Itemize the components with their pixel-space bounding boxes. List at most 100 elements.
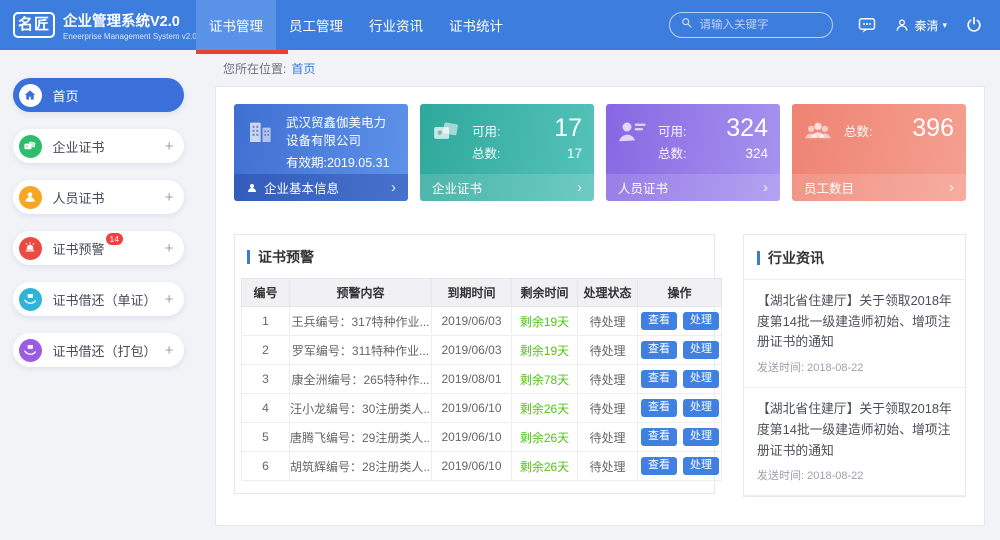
alert-content: 胡筑辉编号：28注册类人... xyxy=(290,452,432,481)
news-item-date: 发送时间: 2018-08-22 xyxy=(757,467,952,483)
status-text: 待处理 xyxy=(578,336,638,365)
status-text: 待处理 xyxy=(578,423,638,452)
view-button[interactable]: 查看 xyxy=(641,428,677,446)
status-text: 待处理 xyxy=(578,452,638,481)
nav-tab-2[interactable]: 员工管理 xyxy=(276,0,356,50)
alarm-icon xyxy=(19,237,42,260)
news-item-date: 发送时间: 2018-08-22 xyxy=(757,359,952,375)
expand-plus-icon[interactable]: + xyxy=(165,139,174,154)
sidebar-item-1[interactable]: 首页 xyxy=(13,78,184,112)
nav-tab-4[interactable]: 证书统计 xyxy=(436,0,516,50)
search-box[interactable] xyxy=(669,12,833,38)
main-content: 您所在位置: 首页 武汉贸鑫伽美电力设备有限公司有效期:2019.05.31企业… xyxy=(196,50,1000,540)
messages-icon[interactable] xyxy=(857,15,877,35)
remain-days: 剩余26天 xyxy=(512,423,578,452)
expand-plus-icon[interactable]: + xyxy=(165,190,174,205)
view-button[interactable]: 查看 xyxy=(641,399,677,417)
remain-days: 剩余78天 xyxy=(512,365,578,394)
stat-row: 总数:396 xyxy=(844,114,954,143)
news-item-title[interactable]: 【湖北省住建厅】关于领取2018年度第14批一级建造师初始、增项注册证书的通知 xyxy=(757,291,952,353)
card-footer-label: 企业证书 xyxy=(432,178,482,197)
breadcrumb-home-link[interactable]: 首页 xyxy=(291,60,315,77)
status-text: 待处理 xyxy=(578,394,638,423)
table-row: 4汪小龙编号：30注册类人...2019/06/10剩余26天待处理查看处理 xyxy=(242,394,722,423)
sidebar-item-label: 人员证书 xyxy=(53,188,105,207)
view-button[interactable]: 查看 xyxy=(641,341,677,359)
alert-content: 王兵编号：317特种作业... xyxy=(290,307,432,336)
power-icon[interactable] xyxy=(964,15,984,35)
row-actions: 查看处理 xyxy=(638,307,722,336)
search-input[interactable] xyxy=(699,19,822,31)
stat-label: 可用: xyxy=(658,121,686,140)
nav-tab-3[interactable]: 行业资讯 xyxy=(356,0,436,50)
expire-date: 2019/06/03 xyxy=(432,336,512,365)
row-index: 1 xyxy=(242,307,290,336)
news-list: 【湖北省住建厅】关于领取2018年度第14批一级建造师初始、增项注册证书的通知发… xyxy=(744,280,965,496)
expand-plus-icon[interactable]: + xyxy=(165,343,174,358)
app-subtitle: Eneerprise Management System v2.0 xyxy=(63,32,196,41)
row-index: 2 xyxy=(242,336,290,365)
handle-button[interactable]: 处理 xyxy=(683,428,719,446)
status-text: 待处理 xyxy=(578,365,638,394)
expire-date: 2019/06/10 xyxy=(432,452,512,481)
card-footer-link[interactable]: 企业基本信息› xyxy=(234,174,408,201)
sidebar-item-label: 证书借还（打包） xyxy=(53,341,157,360)
header-icons: 秦清 ▾ xyxy=(857,15,984,35)
table-row: 5唐腾飞编号：29注册类人...2019/06/10剩余26天待处理查看处理 xyxy=(242,423,722,452)
view-button[interactable]: 查看 xyxy=(641,457,677,475)
user-menu[interactable]: 秦清 ▾ xyxy=(894,17,947,34)
search-icon xyxy=(680,16,693,34)
chevron-right-icon: › xyxy=(949,180,954,195)
breadcrumb: 您所在位置: 首页 xyxy=(215,50,985,86)
stat-value: 17 xyxy=(554,114,582,143)
remain-days: 剩余26天 xyxy=(512,452,578,481)
stat-label: 总数: xyxy=(472,143,500,162)
sidebar-item-5[interactable]: 证书借还（单证）+ xyxy=(13,282,184,316)
handle-button[interactable]: 处理 xyxy=(683,399,719,417)
remain-days: 剩余26天 xyxy=(512,394,578,423)
view-button[interactable]: 查看 xyxy=(641,312,677,330)
main-nav: 证书管理员工管理行业资讯证书统计 xyxy=(196,0,516,50)
people-group-icon xyxy=(803,114,835,174)
row-actions: 查看处理 xyxy=(638,336,722,365)
card-footer-link[interactable]: 员工数目› xyxy=(792,174,966,201)
expire-date: 2019/06/03 xyxy=(432,307,512,336)
expire-date: 2019/06/10 xyxy=(432,394,512,423)
sidebar-item-4[interactable]: 证书预警14+ xyxy=(13,231,184,265)
handle-button[interactable]: 处理 xyxy=(683,370,719,388)
card-footer-link[interactable]: 企业证书› xyxy=(420,174,594,201)
handle-button[interactable]: 处理 xyxy=(683,312,719,330)
row-index: 6 xyxy=(242,452,290,481)
table-column-header: 到期时间 xyxy=(432,279,512,307)
chevron-right-icon: › xyxy=(391,180,396,195)
card-footer-link[interactable]: 人员证书› xyxy=(606,174,780,201)
user-icon xyxy=(894,17,910,33)
stat-card-2: 可用:17总数:17企业证书› xyxy=(420,104,594,201)
table-row: 2罗军编号：311特种作业...2019/06/03剩余19天待处理查看处理 xyxy=(242,336,722,365)
table-row: 1王兵编号：317特种作业...2019/06/03剩余19天待处理查看处理 xyxy=(242,307,722,336)
stat-value: 396 xyxy=(912,114,954,143)
remain-days: 剩余19天 xyxy=(512,307,578,336)
home-icon xyxy=(19,84,42,107)
app-header: 名匠 企业管理系统V2.0 Eneerprise Management Syst… xyxy=(0,0,1000,50)
app-logo: 名匠 企业管理系统V2.0 Eneerprise Management Syst… xyxy=(0,10,196,41)
sidebar-item-3[interactable]: 人员证书 + xyxy=(13,180,184,214)
expand-plus-icon[interactable]: + xyxy=(165,292,174,307)
logo-text: 企业管理系统V2.0 Eneerprise Management System … xyxy=(63,10,196,41)
sidebar-item-2[interactable]: 企业证书+ xyxy=(13,129,184,163)
row-index: 4 xyxy=(242,394,290,423)
stat-card-info: 可用:17总数:17 xyxy=(472,114,582,174)
news-panel-title: 行业资讯 xyxy=(768,248,824,268)
alert-panel: 证书预警 编号预警内容到期时间剩余时间处理状态操作1王兵编号：317特种作业..… xyxy=(234,234,715,494)
logo-mark: 名匠 xyxy=(13,12,55,38)
sidebar-item-6[interactable]: 证书借还（打包） + xyxy=(13,333,184,367)
person-lines-icon xyxy=(617,114,649,174)
news-item-title[interactable]: 【湖北省住建厅】关于领取2018年度第14批一级建造师初始、增项注册证书的通知 xyxy=(757,399,952,461)
handle-button[interactable]: 处理 xyxy=(683,341,719,359)
handle-button[interactable]: 处理 xyxy=(683,457,719,475)
nav-tab-1[interactable]: 证书管理 xyxy=(196,0,276,50)
view-button[interactable]: 查看 xyxy=(641,370,677,388)
stat-value: 324 xyxy=(745,146,768,161)
expand-plus-icon[interactable]: + xyxy=(165,241,174,256)
row-index: 5 xyxy=(242,423,290,452)
